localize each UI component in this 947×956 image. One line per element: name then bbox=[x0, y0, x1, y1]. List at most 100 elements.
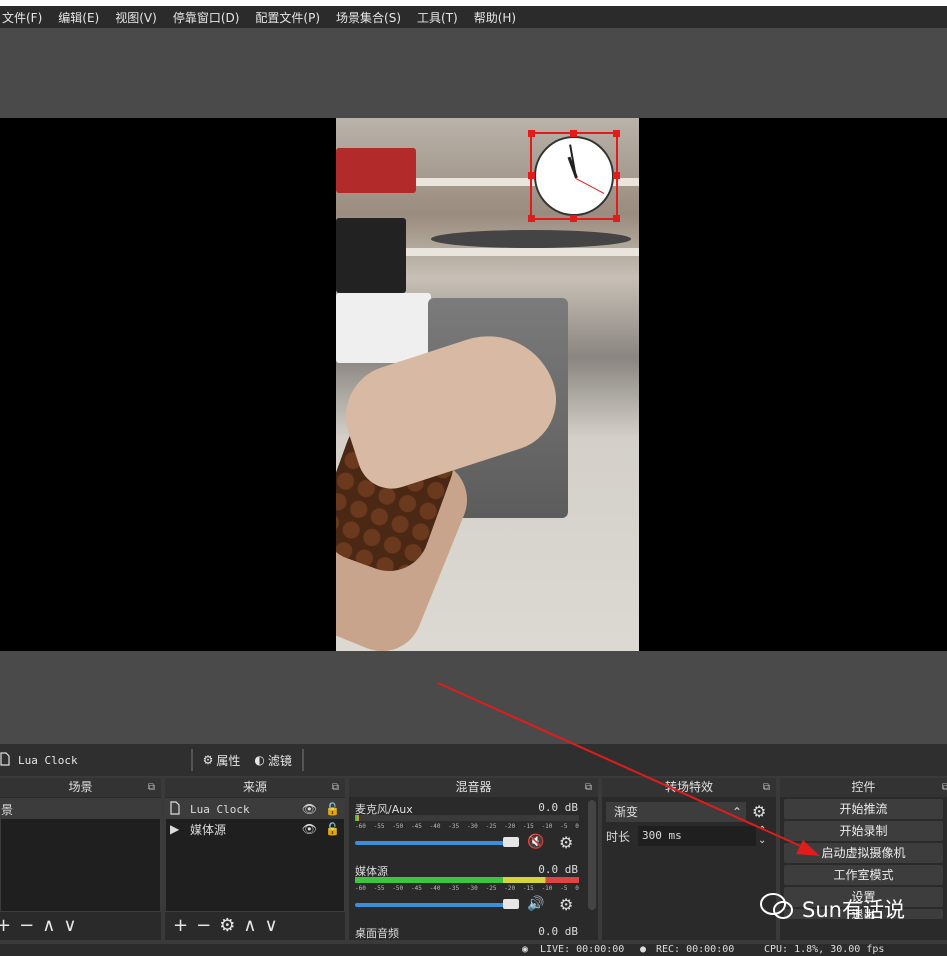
context-source: Lua Clock bbox=[0, 751, 78, 769]
live-status: LIVE: 00:00:00 bbox=[540, 944, 625, 955]
lock-icon[interactable]: 🔓 bbox=[325, 802, 340, 816]
scenes-dock-title: 场景 ⧉ bbox=[0, 778, 161, 797]
mixer-track-db: 0.0 dB bbox=[538, 863, 578, 876]
menu-docks[interactable]: 停靠窗口(D) bbox=[165, 9, 248, 26]
controls-title: 控件 bbox=[851, 780, 876, 794]
duration-label: 时长 bbox=[606, 830, 631, 844]
chevron-updown-icon: ⌃ bbox=[731, 805, 742, 819]
float-icon[interactable]: ⧉ bbox=[332, 778, 339, 797]
spinner-icon[interactable]: ⌃ ⌄ bbox=[758, 826, 766, 846]
resize-handle[interactable] bbox=[528, 215, 535, 222]
mixer-dock-title: 混音器 ⧉ bbox=[349, 778, 598, 797]
remove-source-button[interactable]: − bbox=[196, 915, 211, 936]
separator bbox=[190, 749, 193, 771]
move-up-button[interactable]: ∧ bbox=[243, 915, 256, 936]
scene-item-label: 景 bbox=[1, 802, 14, 817]
mixer-title: 混音器 bbox=[455, 780, 492, 794]
mixer-scrollbar[interactable] bbox=[588, 800, 596, 910]
transitions-dock: 转场特效 ⧉ 渐变 ⌃ ⚙ 时长 300 ms ⌃ ⌄ bbox=[602, 778, 776, 940]
live-icon: ◉ bbox=[522, 944, 529, 955]
float-icon[interactable]: ⧉ bbox=[763, 778, 770, 797]
scenes-list: 景 bbox=[0, 798, 161, 912]
rec-status: REC: 00:00:00 bbox=[656, 944, 735, 955]
status-bar: ◉ LIVE: 00:00:00 ● REC: 00:00:00 CPU: 1.… bbox=[0, 944, 947, 956]
pans bbox=[431, 230, 631, 248]
duration-value: 300 ms bbox=[642, 829, 682, 842]
start-streaming-button[interactable]: 开始推流 bbox=[784, 799, 943, 819]
source-item[interactable]: ▶ 媒体源 👁 🔓 bbox=[166, 819, 344, 839]
sources-dock: 来源 ⧉ Lua Clock 👁 🔓 ▶ 媒体源 👁 🔓 + − ⚙ ∧ ∨ bbox=[165, 778, 345, 940]
gear-icon[interactable]: ⚙ bbox=[559, 895, 573, 914]
context-source-name: Lua Clock bbox=[18, 753, 78, 767]
properties-label: 属性 bbox=[216, 753, 241, 768]
controls-dock-title: 控件 ⧉ bbox=[780, 778, 947, 797]
menu-profile[interactable]: 配置文件(P) bbox=[247, 9, 328, 26]
menu-edit[interactable]: 编辑(E) bbox=[50, 9, 107, 26]
float-icon[interactable]: ⧉ bbox=[942, 778, 947, 797]
audio-meter bbox=[355, 815, 579, 821]
volume-slider[interactable] bbox=[355, 903, 505, 907]
watermark-text: Sun有话说 bbox=[802, 897, 905, 922]
sources-toolbar: + − ⚙ ∧ ∨ bbox=[165, 914, 345, 936]
gear-icon[interactable]: ⚙ bbox=[752, 802, 766, 821]
watermark: Sun有话说 bbox=[760, 892, 905, 925]
resize-handle[interactable] bbox=[613, 215, 620, 222]
scenes-dock: 场景 ⧉ 景 + − ∧ ∨ bbox=[0, 778, 161, 940]
menu-view[interactable]: 视图(V) bbox=[107, 9, 165, 26]
resize-handle[interactable] bbox=[570, 130, 577, 137]
filters-button[interactable]: ◐ 滤镜 bbox=[254, 752, 292, 769]
volume-slider-handle[interactable] bbox=[503, 899, 519, 909]
start-recording-button[interactable]: 开始录制 bbox=[784, 821, 943, 841]
resize-handle[interactable] bbox=[528, 172, 535, 179]
lock-icon[interactable]: 🔓 bbox=[325, 822, 340, 836]
media-source-video[interactable] bbox=[336, 118, 639, 651]
sources-dock-title: 来源 ⧉ bbox=[165, 778, 345, 797]
lua-clock-selection[interactable] bbox=[528, 130, 620, 222]
menu-scene-collection[interactable]: 场景集合(S) bbox=[328, 9, 409, 26]
float-icon[interactable]: ⧉ bbox=[585, 778, 592, 797]
menu-file[interactable]: 文件(F) bbox=[0, 9, 50, 26]
move-down-button[interactable]: ∨ bbox=[63, 915, 76, 936]
scenes-title: 场景 bbox=[68, 780, 93, 794]
file-icon bbox=[170, 800, 190, 818]
eye-icon[interactable]: 👁 bbox=[302, 802, 317, 816]
mixer-track-desktop: 桌面音频 0.0 dB bbox=[349, 921, 598, 941]
volume-slider[interactable] bbox=[355, 841, 505, 845]
duration-input[interactable]: 300 ms bbox=[638, 826, 756, 846]
resize-handle[interactable] bbox=[613, 130, 620, 137]
source-properties-gear-icon[interactable]: ⚙ bbox=[219, 915, 235, 936]
add-scene-button[interactable]: + bbox=[0, 915, 11, 936]
source-item[interactable]: Lua Clock 👁 🔓 bbox=[166, 799, 344, 819]
speaker-icon[interactable]: 🔊 bbox=[527, 896, 544, 912]
transitions-dock-title: 转场特效 ⧉ bbox=[602, 778, 776, 797]
volume-slider-handle[interactable] bbox=[503, 837, 519, 847]
resize-handle[interactable] bbox=[528, 130, 535, 137]
preview-area bbox=[0, 28, 947, 744]
transition-select-value: 渐变 bbox=[614, 805, 639, 819]
gear-icon: ⚙ bbox=[202, 753, 214, 767]
eye-icon[interactable]: 👁 bbox=[302, 822, 317, 836]
move-up-button[interactable]: ∧ bbox=[42, 915, 55, 936]
transition-select[interactable]: 渐变 ⌃ bbox=[606, 802, 746, 822]
filter-icon: ◐ bbox=[254, 753, 265, 767]
remove-scene-button[interactable]: − bbox=[19, 915, 34, 936]
menu-tools[interactable]: 工具(T) bbox=[409, 9, 466, 26]
filters-label: 滤镜 bbox=[267, 753, 292, 768]
menu-help[interactable]: 帮助(H) bbox=[466, 9, 524, 26]
mixer-track-name: 桌面音频 bbox=[355, 927, 399, 940]
muted-speaker-icon[interactable]: 🔇 bbox=[527, 834, 544, 850]
preview-canvas[interactable] bbox=[0, 118, 947, 651]
properties-button[interactable]: ⚙ 属性 bbox=[203, 752, 241, 769]
start-virtual-camera-button[interactable]: 启动虚拟摄像机 bbox=[784, 843, 943, 863]
sources-title: 来源 bbox=[242, 780, 267, 794]
resize-handle[interactable] bbox=[613, 172, 620, 179]
scene-item[interactable]: 景 bbox=[1, 799, 160, 819]
resize-handle[interactable] bbox=[570, 215, 577, 222]
studio-mode-button[interactable]: 工作室模式 bbox=[784, 865, 943, 885]
float-icon[interactable]: ⧉ bbox=[148, 778, 155, 797]
add-source-button[interactable]: + bbox=[173, 915, 188, 936]
move-down-button[interactable]: ∨ bbox=[265, 915, 278, 936]
gear-icon[interactable]: ⚙ bbox=[559, 833, 573, 852]
meter-ticks: -60 -55 -50 -45 -40 -35 -30 -25 -20 -15 -10 -5 0 bbox=[355, 885, 579, 892]
meter-ticks: -60 -55 -50 -45 -40 -35 -30 -25 -20 -15 -10 -5 0 bbox=[355, 823, 579, 830]
